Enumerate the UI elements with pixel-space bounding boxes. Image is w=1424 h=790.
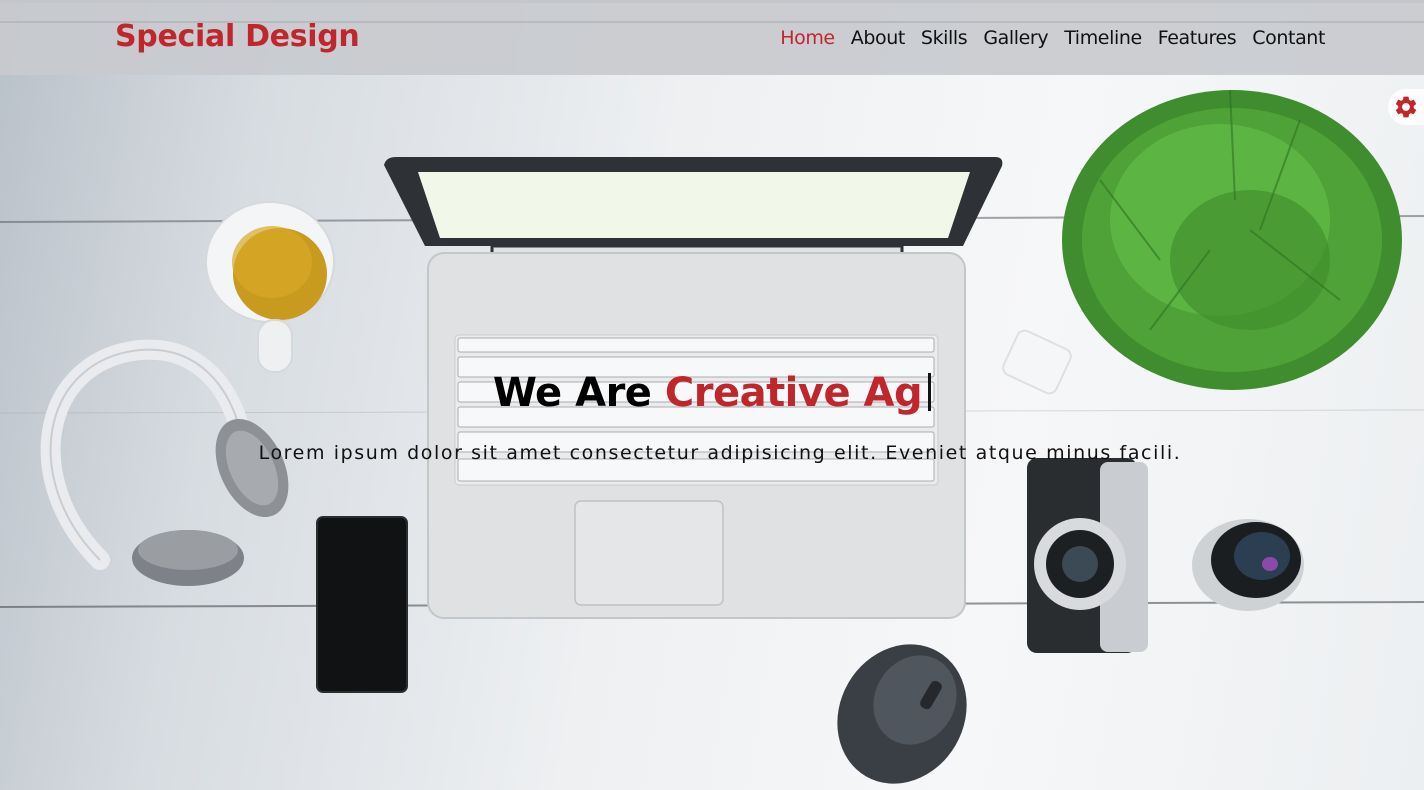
nav-link-contact[interactable]: Contant — [1252, 27, 1325, 49]
smartphone-illustration — [316, 516, 408, 693]
nav-link-features[interactable]: Features — [1158, 27, 1237, 49]
nav-link-skills[interactable]: Skills — [921, 27, 968, 49]
coffee-cup-illustration — [205, 201, 335, 373]
hero-title: We Are Creative Ag — [0, 370, 1424, 416]
camera-illustration — [1027, 458, 1148, 653]
typing-cursor — [928, 372, 932, 411]
hero-title-prefix: We Are — [492, 369, 652, 416]
main-nav: Home About Skills Gallery Timeline Featu… — [780, 27, 1325, 49]
site-logo[interactable]: Special Design — [115, 19, 360, 54]
nav-link-timeline[interactable]: Timeline — [1064, 27, 1142, 49]
nav-link-gallery[interactable]: Gallery — [983, 27, 1048, 49]
hero-title-accent: Creative Ag — [664, 369, 923, 416]
site-header: Special Design Home About Skills Gallery… — [0, 0, 1424, 75]
grass-plant-illustration — [1062, 89, 1402, 390]
camera-lens-illustration — [1192, 519, 1304, 611]
nav-link-about[interactable]: About — [851, 27, 906, 49]
hero-subtitle: Lorem ipsum dolor sit amet consectetur a… — [258, 442, 1182, 464]
nav-link-home[interactable]: Home — [780, 27, 835, 49]
gear-icon — [1395, 96, 1417, 118]
settings-toggle-button[interactable] — [1388, 89, 1424, 125]
mouse-illustration — [837, 644, 967, 784]
